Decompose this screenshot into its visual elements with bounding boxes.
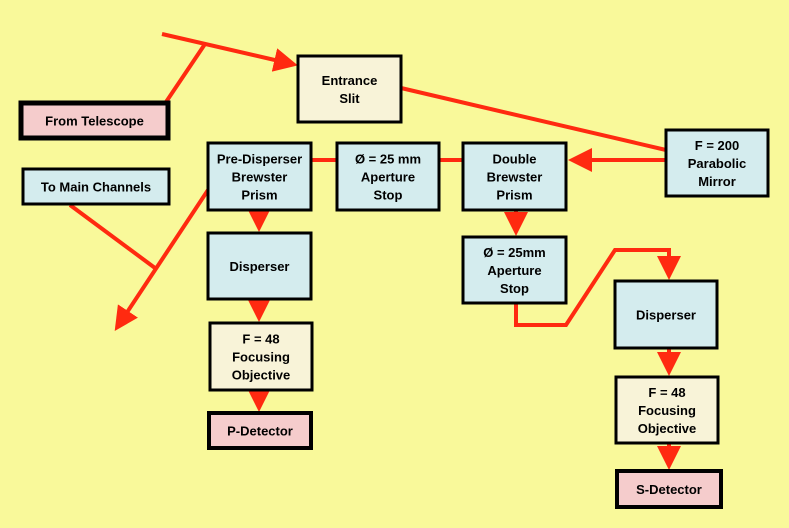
box-label: Brewster (487, 170, 543, 185)
box-label: Disperser (636, 308, 696, 323)
entrance-slit-box: Entrance Slit (296, 54, 403, 124)
box-label: Slit (339, 91, 360, 106)
box-label: To Main Channels (41, 180, 151, 195)
box-label: Double (492, 152, 536, 167)
aperture-stop-2-box: Ø = 25mm Aperture Stop (461, 235, 568, 305)
focusing-s-box: F = 48 Focusing Objective (614, 375, 720, 445)
beam-from-telescope-branch (164, 42, 207, 104)
beam-slit-to-mirror (400, 86, 667, 152)
box-label: Stop (500, 281, 529, 296)
to-main-channels-box: To Main Channels (21, 167, 171, 206)
box-label: Entrance (322, 73, 378, 88)
beam-telescope-to-slit (161, 32, 298, 72)
disperser-s-box: Disperser (613, 279, 719, 350)
box-label: P-Detector (227, 424, 293, 439)
double-brewster-box: Double Brewster Prism (461, 141, 568, 212)
s-detector-box: S-Detector (615, 469, 723, 509)
box-label: Disperser (230, 259, 290, 274)
box-label: From Telescope (45, 114, 144, 129)
from-telescope-box: From Telescope (18, 100, 171, 141)
aperture-stop-1-box: Ø = 25 mm Aperture Stop (335, 141, 441, 212)
beam-to-main-channels-branch (68, 203, 157, 270)
disperser-p-box: Disperser (206, 231, 313, 301)
p-detector-box: P-Detector (207, 411, 313, 450)
box-label: Prism (241, 188, 277, 203)
beam-predisperser-to-main (114, 188, 210, 332)
box-label: Stop (374, 188, 403, 203)
box-label: Aperture (361, 170, 415, 185)
box-label: Focusing (638, 403, 696, 418)
box-label: Ø = 25 mm (355, 152, 421, 167)
box-frame (296, 54, 403, 124)
optical-layout-diagram: From Telescope To Main Channels Entrance Sl… (18, 32, 770, 509)
box-label: Pre-Disperser (217, 152, 302, 167)
focusing-p-box: F = 48 Focusing Objective (208, 321, 314, 392)
box-label: Prism (496, 188, 532, 203)
box-label: Objective (638, 421, 697, 436)
box-label: Objective (232, 368, 291, 383)
box-label: S-Detector (636, 482, 702, 497)
box-label: F = 48 (648, 385, 685, 400)
pre-disperser-box: Pre-Disperser Brewster Prism (206, 141, 313, 212)
box-label: Mirror (698, 174, 736, 189)
box-label: Focusing (232, 350, 290, 365)
box-label: Brewster (232, 170, 288, 185)
box-label: Ø = 25mm (483, 245, 546, 260)
parabolic-mirror-box: F = 200 Parabolic Mirror (664, 128, 770, 198)
box-label: Parabolic (688, 156, 747, 171)
box-label: F = 48 (242, 332, 279, 347)
box-label: Aperture (487, 263, 541, 278)
box-label: F = 200 (695, 138, 739, 153)
